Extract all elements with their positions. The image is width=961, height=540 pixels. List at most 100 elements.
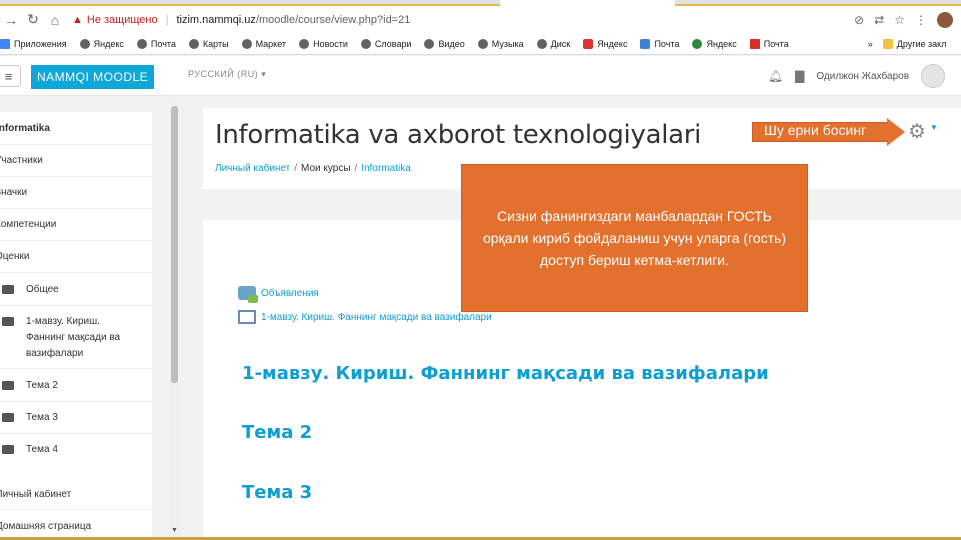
reload-icon[interactable]: ↻ bbox=[22, 9, 44, 31]
scrollbar-thumb[interactable] bbox=[171, 106, 178, 383]
bookmark-mail[interactable]: Почта bbox=[136, 38, 176, 49]
drawer-item-participants[interactable]: Участники bbox=[0, 145, 152, 177]
messages-icon[interactable]: ▇ bbox=[795, 69, 804, 83]
security-label[interactable]: Не защищено bbox=[87, 14, 158, 26]
language-label: РУССКИЙ (RU) bbox=[188, 69, 259, 79]
bookmark-label: Яндекс bbox=[706, 38, 737, 49]
breadcrumb-dashboard[interactable]: Личный кабинет bbox=[215, 163, 290, 174]
bookmark-yandex-2[interactable]: Яндекс bbox=[583, 38, 628, 49]
bookmark-music[interactable]: Музыка bbox=[477, 38, 524, 49]
mail-icon bbox=[640, 38, 651, 49]
drawer-item-topic-2[interactable]: Тема 2 bbox=[0, 369, 152, 402]
breadcrumb-separator: / bbox=[294, 163, 298, 174]
folder-icon bbox=[2, 317, 14, 326]
drawer-scrollbar[interactable]: ▼ bbox=[170, 100, 179, 540]
drawer-item-label: Значки bbox=[0, 187, 28, 198]
bookmark-label: Почта bbox=[654, 38, 680, 49]
bookmark-news[interactable]: Новости bbox=[299, 38, 348, 49]
drawer-item-topic-4[interactable]: Тема 4 bbox=[0, 434, 152, 466]
bookmark-disk[interactable]: Диск bbox=[536, 38, 571, 49]
address-bar: → ↻ ⌂ ▲ Не защищено | tizim.nammqi.uz /m… bbox=[0, 6, 961, 33]
home-icon[interactable]: ⌂ bbox=[44, 9, 66, 31]
bookmark-video[interactable]: Видео bbox=[424, 38, 465, 49]
bookmark-label: Новости bbox=[313, 38, 348, 49]
bookmark-label: Яндекс bbox=[93, 38, 124, 49]
caret-down-icon[interactable]: ▼ bbox=[930, 123, 938, 132]
bookmark-label: Карты bbox=[202, 38, 229, 49]
caret-down-icon: ▾ bbox=[261, 69, 267, 79]
bookmark-mail-2[interactable]: Почта bbox=[640, 38, 680, 49]
bookmark-yandex-3[interactable]: Яндекс bbox=[692, 38, 737, 49]
menu-icon[interactable]: ⋮ bbox=[915, 13, 927, 27]
bookmark-label: Яндекс bbox=[597, 38, 628, 49]
arrow-label: Шу ерни босинг bbox=[764, 122, 867, 138]
blocked-icon[interactable]: ⊘ bbox=[854, 13, 864, 27]
star-icon[interactable]: ☆ bbox=[894, 13, 905, 27]
bookmark-market[interactable]: Маркет bbox=[241, 38, 287, 49]
globe-icon bbox=[299, 38, 310, 49]
user-name[interactable]: Одилжон Жахбаров bbox=[816, 71, 909, 82]
globe-icon bbox=[477, 38, 488, 49]
drawer-item-label: Informatika bbox=[0, 123, 50, 134]
bookmark-label: Диск bbox=[550, 38, 571, 49]
globe-icon bbox=[424, 38, 435, 49]
bookmarks-bar: Приложения Яндекс Почта Карты Маркет Нов… bbox=[0, 33, 961, 55]
drawer-item-course[interactable]: Informatika bbox=[0, 112, 152, 145]
scroll-down-icon[interactable]: ▼ bbox=[170, 527, 179, 534]
language-menu[interactable]: РУССКИЙ (RU) ▾ bbox=[188, 69, 266, 80]
bookmark-dictionaries[interactable]: Словари bbox=[360, 38, 411, 49]
overflow-label: » bbox=[867, 38, 873, 49]
forward-icon[interactable]: → bbox=[0, 9, 22, 31]
section-title[interactable]: Тема 3 bbox=[242, 482, 312, 503]
drawer-item-topic-1[interactable]: 1-мавзу. Кириш. Фаннинг мақсади ва вазиф… bbox=[0, 306, 152, 369]
bookmark-maps[interactable]: Карты bbox=[188, 38, 229, 49]
drawer-item-label: Домашняя страница bbox=[0, 521, 92, 532]
globe-icon bbox=[136, 38, 147, 49]
drawer-item-general[interactable]: Общее bbox=[0, 273, 152, 306]
drawer-item-home[interactable]: Домашняя страница bbox=[0, 510, 152, 540]
bookmark-label: Видео bbox=[438, 38, 465, 49]
gear-icon[interactable]: ⚙ bbox=[908, 119, 926, 144]
breadcrumb-separator: / bbox=[354, 163, 358, 174]
globe-icon bbox=[241, 38, 252, 49]
section-title[interactable]: Тема 2 bbox=[242, 422, 312, 443]
drawer-item-dashboard[interactable]: Личный кабинет bbox=[0, 478, 152, 510]
bell-icon[interactable]: 🔔︎ bbox=[768, 69, 783, 83]
info-annotation: Сизни фанингиздаги манбалардан ГОСТЬ орқ… bbox=[461, 164, 808, 312]
drawer-item-badges[interactable]: Значки bbox=[0, 177, 152, 209]
bookmark-label: Маркет bbox=[255, 38, 287, 49]
drawer-item-topic-3[interactable]: Тема 3 bbox=[0, 402, 152, 434]
translate-icon[interactable]: ⇄ bbox=[874, 13, 884, 27]
user-avatar[interactable] bbox=[921, 64, 945, 88]
moodle-navbar: ≡ NAMMQI MOODLE РУССКИЙ (RU) ▾ 🔔︎ ▇ Одил… bbox=[0, 56, 961, 96]
warning-icon: ▲ bbox=[72, 13, 83, 26]
drawer-item-label: Тема 2 bbox=[26, 380, 58, 391]
drawer-item-competencies[interactable]: Компетенции bbox=[0, 209, 152, 241]
bookmark-yandex[interactable]: Яндекс bbox=[79, 38, 124, 49]
gmail-icon bbox=[749, 38, 760, 49]
url-domain: tizim.nammqi.uz bbox=[176, 13, 256, 26]
bookmarks-overflow[interactable]: » bbox=[868, 39, 873, 49]
breadcrumb-course[interactable]: Informatika bbox=[361, 163, 410, 174]
hamburger-menu-icon[interactable]: ≡ bbox=[0, 65, 21, 87]
forum-icon bbox=[238, 286, 258, 303]
bookmark-apps[interactable]: Приложения bbox=[0, 38, 67, 49]
arrow-annotation: Шу ерни босинг bbox=[752, 118, 910, 146]
drawer-item-label: Тема 4 bbox=[26, 444, 58, 455]
globe-icon bbox=[360, 38, 371, 49]
section-title[interactable]: 1-мавзу. Кириш. Фаннинг мақсади ва вазиф… bbox=[242, 363, 769, 384]
bookmark-label: Другие закл bbox=[896, 38, 947, 49]
url-field[interactable]: ▲ Не защищено | tizim.nammqi.uz /moodle/… bbox=[72, 9, 854, 31]
profile-avatar[interactable] bbox=[937, 11, 953, 28]
page-icon bbox=[238, 310, 256, 324]
activity-announcements[interactable]: Объявления bbox=[238, 286, 319, 303]
bookmark-gmail[interactable]: Почта bbox=[749, 38, 789, 49]
arrow-right-icon bbox=[887, 118, 905, 146]
site-name-link[interactable]: NAMMQI MOODLE bbox=[31, 65, 155, 89]
bookmark-other[interactable]: Другие закл bbox=[882, 38, 947, 49]
nav-drawer: Informatika Участники Значки Компетенции… bbox=[0, 112, 152, 540]
activity-page[interactable]: 1-мавзу. Кириш. Фаннинг мақсади ва вазиф… bbox=[238, 310, 492, 324]
drawer-item-label: Участники bbox=[0, 155, 43, 166]
globe-icon bbox=[188, 38, 199, 49]
drawer-item-grades[interactable]: Оценки bbox=[0, 241, 152, 273]
